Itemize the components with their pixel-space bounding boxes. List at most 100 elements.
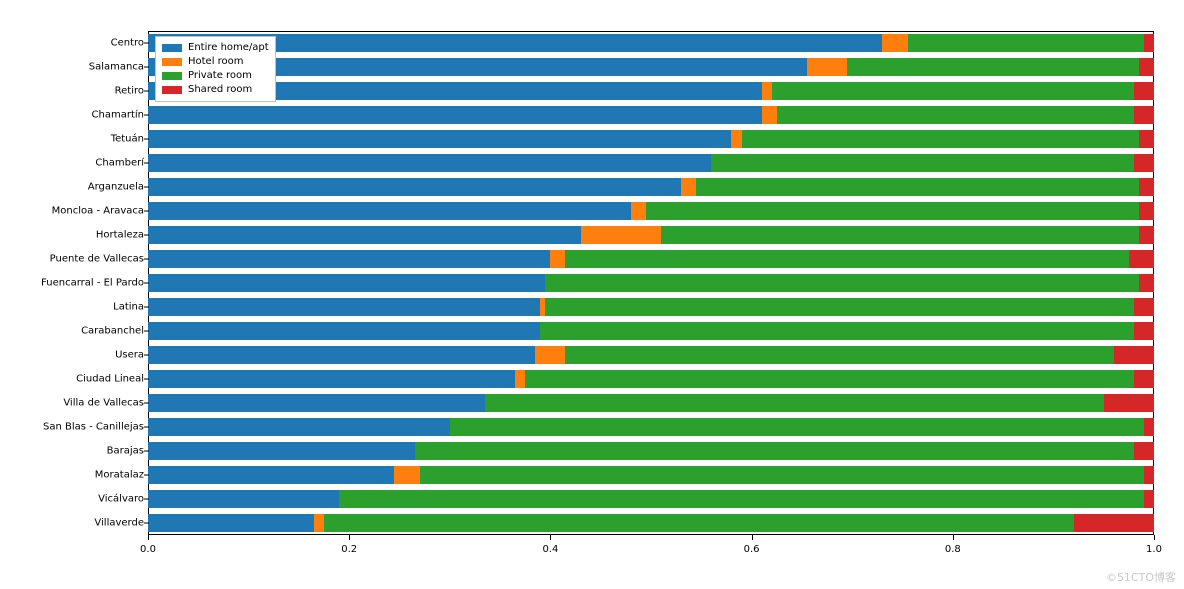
- bar-segment: [1139, 178, 1154, 197]
- bar-segment: [1144, 490, 1154, 509]
- x-tick-label: 0.6: [744, 544, 760, 555]
- bar-segment: [148, 154, 711, 173]
- bar-segment: [1129, 250, 1154, 269]
- x-tick: [1154, 535, 1155, 540]
- bar-row: [148, 34, 1154, 53]
- x-tick-label: 0.8: [945, 544, 961, 555]
- y-tick: [144, 283, 149, 284]
- bar-row: [148, 106, 1154, 125]
- bar-row: [148, 370, 1154, 389]
- bar-segment: [1134, 322, 1154, 341]
- y-tick: [144, 91, 149, 92]
- bar-segment: [148, 274, 545, 293]
- y-tick: [144, 379, 149, 380]
- y-tick-label: Centro: [111, 38, 144, 49]
- y-tick: [144, 67, 149, 68]
- y-tick: [144, 427, 149, 428]
- legend-item: Entire home/apt: [162, 41, 269, 55]
- bar-segment: [148, 130, 731, 149]
- bar-segment: [1139, 274, 1154, 293]
- bar-segment: [847, 58, 1139, 77]
- bar-segment: [148, 226, 581, 245]
- x-axis: 0.00.20.40.60.81.0: [148, 540, 1154, 560]
- bar-row: [148, 490, 1154, 509]
- legend-swatch: [162, 86, 182, 94]
- y-tick-label: Salamanca: [89, 62, 144, 73]
- y-tick: [144, 139, 149, 140]
- bar-segment: [1139, 58, 1154, 77]
- y-tick-label: Carabanchel: [81, 326, 144, 337]
- y-tick: [144, 355, 149, 356]
- bar-row: [148, 418, 1154, 437]
- y-tick-label: Fuencarral - El Pardo: [41, 278, 144, 289]
- bar-segment: [1144, 418, 1154, 437]
- x-tick-label: 0.2: [341, 544, 357, 555]
- bar-segment: [148, 346, 535, 365]
- legend-item: Hotel room: [162, 55, 269, 69]
- bar-segment: [450, 418, 1144, 437]
- y-tick-label: Hortaleza: [96, 230, 144, 241]
- legend: Entire home/aptHotel roomPrivate roomSha…: [155, 36, 276, 102]
- bar-segment: [525, 370, 1134, 389]
- bar-segment: [148, 370, 515, 389]
- bar-row: [148, 202, 1154, 221]
- y-tick: [144, 307, 149, 308]
- legend-label: Private room: [188, 69, 252, 83]
- y-tick: [144, 211, 149, 212]
- bar-row: [148, 466, 1154, 485]
- bar-segment: [1134, 106, 1154, 125]
- legend-label: Entire home/apt: [188, 41, 269, 55]
- bar-segment: [1144, 466, 1154, 485]
- bar-segment: [1074, 514, 1154, 533]
- legend-item: Shared room: [162, 83, 269, 97]
- y-tick-label: Tetuán: [111, 134, 144, 145]
- bar-row: [148, 58, 1154, 77]
- bar-segment: [565, 346, 1113, 365]
- bar-segment: [545, 274, 1139, 293]
- bar-row: [148, 346, 1154, 365]
- bar-segment: [420, 466, 1144, 485]
- y-tick: [144, 163, 149, 164]
- y-tick: [144, 499, 149, 500]
- bar-segment: [515, 370, 525, 389]
- bar-segment: [777, 106, 1134, 125]
- bar-segment: [148, 250, 550, 269]
- y-tick: [144, 403, 149, 404]
- y-tick: [144, 115, 149, 116]
- y-tick-label: Barajas: [107, 446, 144, 457]
- bar-segment: [148, 322, 540, 341]
- y-tick-label: Vicálvaro: [98, 494, 144, 505]
- bar-row: [148, 82, 1154, 101]
- bar-segment: [696, 178, 1139, 197]
- legend-label: Hotel room: [188, 55, 244, 69]
- bar-segment: [1139, 130, 1154, 149]
- bar-segment: [148, 514, 314, 533]
- bar-segment: [908, 34, 1144, 53]
- bar-segment: [1114, 346, 1154, 365]
- bar-segment: [148, 394, 485, 413]
- bar-segment: [148, 490, 339, 509]
- bar-row: [148, 178, 1154, 197]
- y-tick-label: Villaverde: [94, 518, 144, 529]
- x-tick-label: 0.4: [542, 544, 558, 555]
- bar-segment: [394, 466, 419, 485]
- x-tick: [550, 535, 551, 540]
- y-tick-label: Moratalaz: [95, 470, 144, 481]
- y-tick: [144, 187, 149, 188]
- bar-segment: [762, 82, 772, 101]
- bar-segment: [148, 178, 681, 197]
- bar-segment: [762, 106, 777, 125]
- y-tick-label: Villa de Vallecas: [63, 398, 144, 409]
- bar-row: [148, 250, 1154, 269]
- bar-segment: [324, 514, 1073, 533]
- y-tick: [144, 331, 149, 332]
- y-tick: [144, 475, 149, 476]
- bar-segment: [148, 442, 415, 461]
- bar-segment: [545, 298, 1134, 317]
- bar-segment: [1139, 202, 1154, 221]
- y-tick-label: Puente de Vallecas: [50, 254, 144, 265]
- bar-row: [148, 130, 1154, 149]
- bar-segment: [1139, 226, 1154, 245]
- y-tick-label: San Blas - Canillejas: [43, 422, 144, 433]
- bar-segment: [661, 226, 1139, 245]
